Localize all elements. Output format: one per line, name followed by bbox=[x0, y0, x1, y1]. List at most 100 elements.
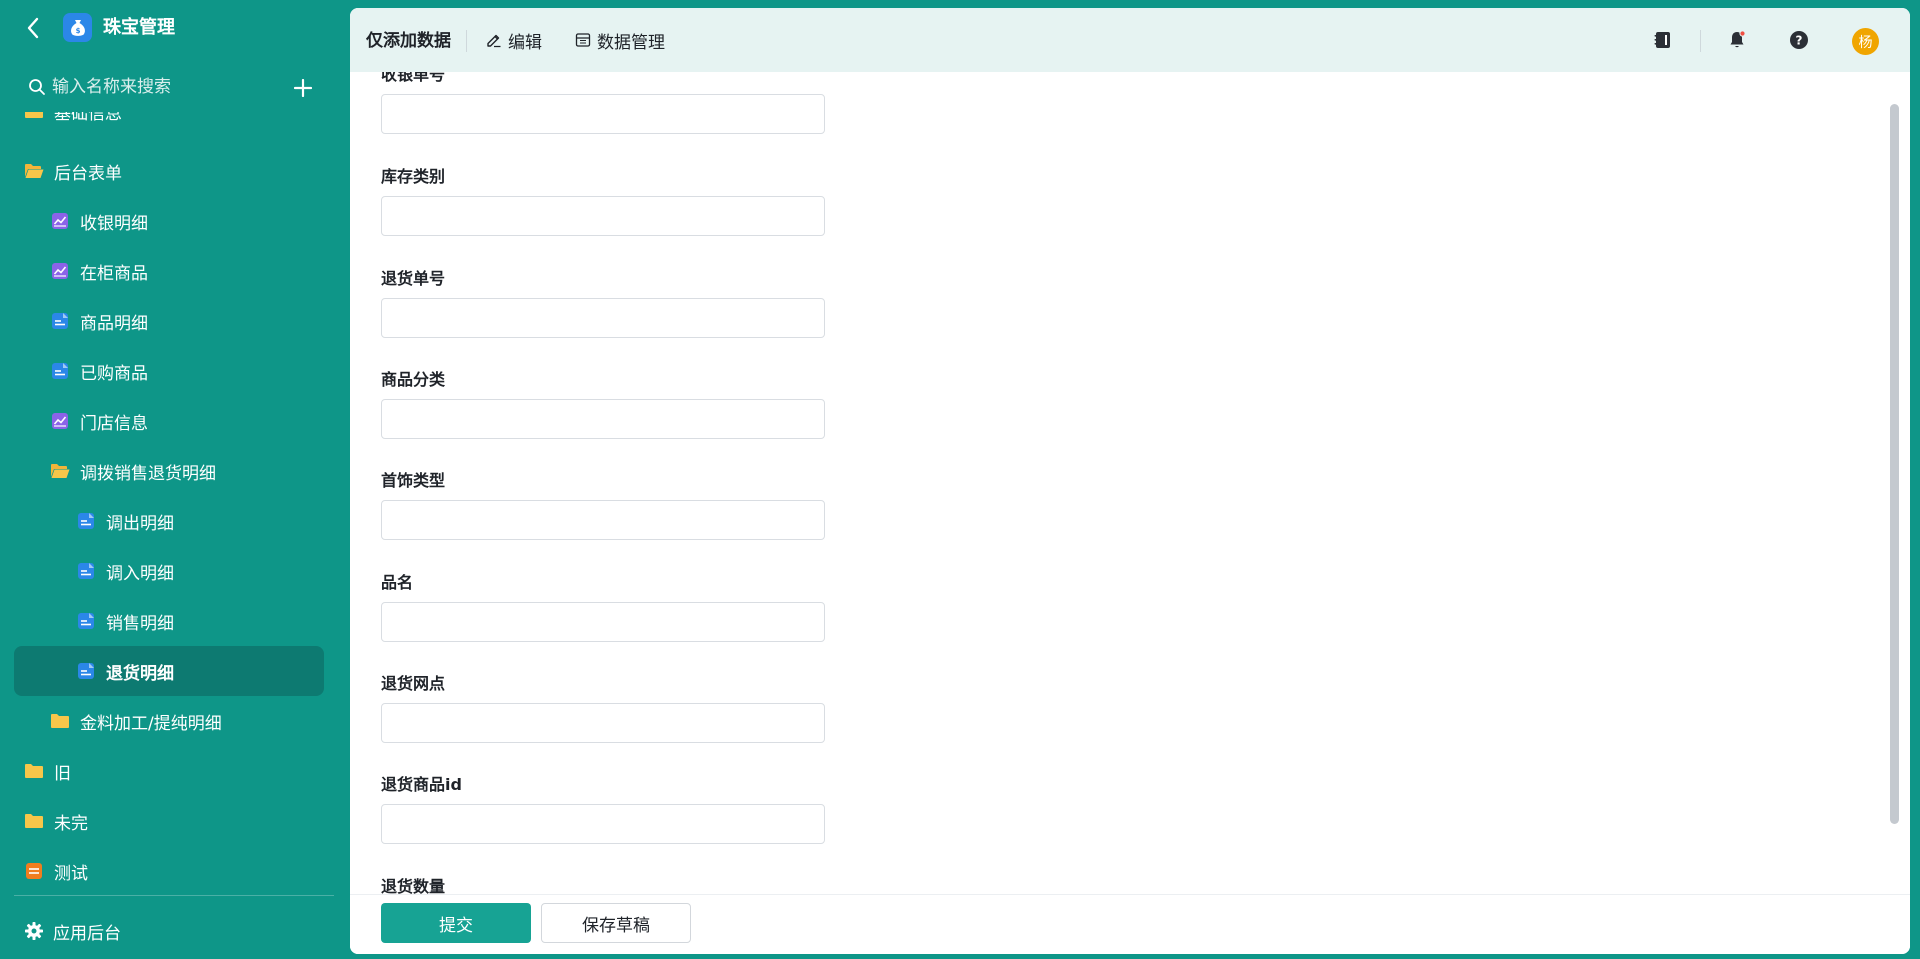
nav-list: 基础信息 后台表单 收银明细 在柜商品 商品明细 已购商品 门店信息 调拨销售退… bbox=[0, 112, 350, 882]
notebook-button[interactable] bbox=[1650, 27, 1676, 53]
sidebar-item-in-cabinet-goods[interactable]: 在柜商品 bbox=[14, 246, 324, 296]
folder-icon bbox=[24, 761, 44, 781]
plus-icon bbox=[294, 79, 312, 97]
sidebar-item-transfer-out[interactable]: 调出明细 bbox=[14, 496, 324, 546]
sidebar-item-label: 收银明细 bbox=[80, 213, 148, 234]
sidebar-item-label: 已购商品 bbox=[80, 363, 148, 384]
sidebar-item-return-detail[interactable]: 退货明细 bbox=[14, 646, 324, 696]
field-label: 退货数量 bbox=[381, 877, 446, 894]
search-box bbox=[28, 72, 318, 102]
field-input[interactable] bbox=[381, 399, 825, 439]
folder-icon bbox=[50, 711, 70, 731]
topbar-icon-divider bbox=[1700, 30, 1701, 52]
data-manage-label: 数据管理 bbox=[597, 32, 665, 53]
sidebar: $ 珠宝管理 基础信息 后台表单 收银明细 在柜商品 商品明细 bbox=[0, 0, 350, 959]
field-label: 首饰类型 bbox=[381, 471, 446, 490]
sidebar-item-transfer-sales-return[interactable]: 调拨销售退货明细 bbox=[14, 446, 324, 496]
sidebar-item-label: 门店信息 bbox=[80, 413, 148, 434]
report-chart-icon bbox=[50, 411, 70, 431]
money-bag-icon: $ bbox=[70, 19, 85, 36]
gear-icon bbox=[25, 922, 43, 940]
field-input[interactable] bbox=[381, 298, 825, 338]
folder-icon bbox=[24, 811, 44, 831]
form-field: 库存类别 bbox=[381, 166, 825, 236]
save-draft-button[interactable]: 保存草稿 bbox=[541, 903, 691, 943]
report-chart-icon bbox=[50, 261, 70, 281]
sidebar-item-label: 销售明细 bbox=[106, 613, 174, 634]
form-field: 品名 bbox=[381, 572, 825, 642]
sidebar-item-label: 调拨销售退货明细 bbox=[80, 463, 216, 484]
sidebar-item-label: 基础信息 bbox=[54, 112, 122, 124]
sidebar-item-goods-detail[interactable]: 商品明细 bbox=[14, 296, 324, 346]
sidebar-item-sales-detail[interactable]: 销售明细 bbox=[14, 596, 324, 646]
help-button[interactable]: ? bbox=[1786, 27, 1812, 53]
data-manage-button[interactable]: 数据管理 bbox=[575, 25, 665, 55]
page-title: 仅添加数据 bbox=[366, 31, 451, 51]
sidebar-item-unfinished[interactable]: 未完 bbox=[14, 796, 324, 846]
scrollbar-thumb[interactable] bbox=[1890, 104, 1899, 824]
sidebar-item-basic-info[interactable]: 基础信息 bbox=[14, 112, 324, 136]
app-name: 珠宝管理 bbox=[103, 17, 175, 38]
sidebar-item-test[interactable]: 测试 bbox=[14, 846, 324, 882]
field-label: 退货单号 bbox=[381, 269, 446, 288]
sidebar-item-label: 未完 bbox=[54, 813, 88, 834]
search-input[interactable] bbox=[52, 77, 282, 97]
field-label: 库存类别 bbox=[381, 167, 446, 186]
avatar[interactable]: 杨 bbox=[1852, 28, 1879, 55]
form-field: 收银单号 bbox=[381, 72, 825, 134]
form-field: 商品分类 bbox=[381, 369, 825, 439]
form-area: 收银单号 库存类别 退货单号 商品分类 首饰类型 品名 退货网点 退货商品id bbox=[350, 72, 1882, 894]
field-input[interactable] bbox=[381, 602, 825, 642]
main-panel: 仅添加数据 编辑 数据管理 ? 杨 收银单号 库存类别 退货单号 商品分类 首饰… bbox=[350, 8, 1910, 954]
back-button[interactable] bbox=[20, 14, 46, 42]
field-input[interactable] bbox=[381, 703, 825, 743]
sidebar-item-transfer-in[interactable]: 调入明细 bbox=[14, 546, 324, 596]
form-field: 退货网点 bbox=[381, 673, 825, 743]
app-logo: $ bbox=[63, 13, 92, 42]
sidebar-divider bbox=[14, 895, 334, 896]
field-label: 退货商品id bbox=[381, 775, 462, 794]
chevron-left-icon bbox=[27, 17, 39, 39]
field-label: 商品分类 bbox=[381, 370, 446, 389]
add-button[interactable] bbox=[290, 75, 316, 101]
field-input[interactable] bbox=[381, 94, 825, 134]
field-input[interactable] bbox=[381, 196, 825, 236]
sidebar-item-label: 金料加工/提纯明细 bbox=[80, 713, 222, 734]
sidebar-item-backend-forms[interactable]: 后台表单 bbox=[14, 146, 324, 196]
form-doc-icon bbox=[76, 561, 96, 581]
folder-open-icon bbox=[50, 461, 70, 481]
topbar-divider bbox=[466, 30, 467, 52]
report-chart-icon bbox=[50, 211, 70, 231]
field-input[interactable] bbox=[381, 500, 825, 540]
help-circle-icon: ? bbox=[1790, 31, 1808, 49]
sidebar-item-old[interactable]: 旧 bbox=[14, 746, 324, 796]
submit-button[interactable]: 提交 bbox=[381, 903, 531, 943]
form-doc-icon bbox=[50, 311, 70, 331]
form-field: 退货单号 bbox=[381, 268, 825, 338]
app-backend-label: 应用后台 bbox=[53, 923, 121, 944]
edit-button[interactable]: 编辑 bbox=[486, 25, 542, 55]
folder-open-icon bbox=[24, 161, 44, 181]
sidebar-item-label: 旧 bbox=[54, 763, 71, 784]
notification-button[interactable] bbox=[1724, 27, 1750, 53]
field-input[interactable] bbox=[381, 804, 825, 844]
app-backend-button[interactable]: 应用后台 bbox=[24, 914, 121, 948]
field-label: 品名 bbox=[381, 573, 414, 592]
bell-icon bbox=[1730, 30, 1746, 48]
pencil-icon bbox=[487, 34, 501, 48]
svg-text:$: $ bbox=[75, 27, 80, 35]
sidebar-item-label: 测试 bbox=[54, 863, 88, 883]
form-doc-icon bbox=[76, 511, 96, 531]
edit-label: 编辑 bbox=[508, 32, 542, 53]
app-header: $ 珠宝管理 bbox=[0, 0, 350, 56]
sidebar-item-gold-processing[interactable]: 金料加工/提纯明细 bbox=[14, 696, 324, 746]
sidebar-item-label: 退货明细 bbox=[106, 663, 174, 684]
form-actions: 提交 保存草稿 bbox=[350, 894, 1910, 954]
sidebar-item-purchased-goods[interactable]: 已购商品 bbox=[14, 346, 324, 396]
form-field: 首饰类型 bbox=[381, 470, 825, 540]
form-doc-icon bbox=[76, 661, 96, 681]
sidebar-item-cashier-detail[interactable]: 收银明细 bbox=[14, 196, 324, 246]
topbar: 仅添加数据 编辑 数据管理 ? 杨 bbox=[350, 8, 1910, 72]
sidebar-item-store-info[interactable]: 门店信息 bbox=[14, 396, 324, 446]
sidebar-item-label: 后台表单 bbox=[54, 163, 122, 184]
